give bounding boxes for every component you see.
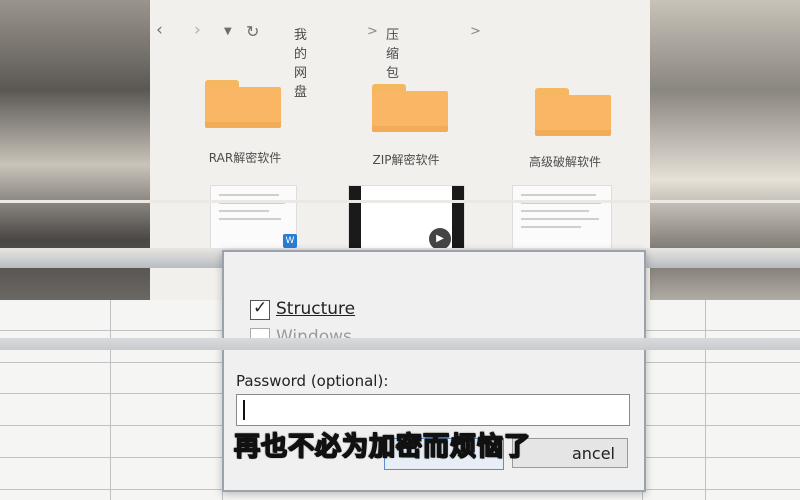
video-thumbnail[interactable]: ▶ [348, 185, 465, 250]
glitch-band [0, 338, 800, 350]
folder-label-rar[interactable]: RAR解密软件 [185, 149, 305, 166]
glitch-band [0, 200, 800, 203]
structure-checkbox[interactable]: ✓ [250, 298, 270, 320]
structure-label: Structure [276, 299, 356, 319]
play-icon: ▶ [429, 228, 451, 250]
chevron-down-icon[interactable]: ▼ [224, 26, 232, 37]
word-icon: W [283, 234, 297, 248]
checkmark-icon: ✓ [253, 298, 268, 318]
back-icon[interactable]: ‹ [156, 20, 163, 40]
document-thumbnail[interactable]: W [210, 185, 297, 249]
document-thumbnail[interactable] [512, 185, 612, 250]
breadcrumb-item-my-drive[interactable]: 我的网盘 [294, 24, 307, 100]
folder-icon[interactable] [535, 88, 611, 136]
password-input[interactable] [236, 394, 630, 426]
password-label: Password (optional): [236, 372, 389, 390]
chevron-right-icon: > [470, 24, 481, 39]
folder-icon[interactable] [205, 80, 281, 128]
folder-label-zip[interactable]: ZIP解密软件 [346, 151, 466, 168]
forward-icon[interactable]: › [194, 20, 201, 40]
text-cursor [243, 400, 245, 420]
chevron-right-icon: > [367, 24, 378, 39]
video-subtitle: 再也不必为加密而烦恼了 [233, 431, 532, 463]
folder-label-advanced[interactable]: 高级破解软件 [505, 153, 625, 170]
folder-icon[interactable] [372, 84, 448, 132]
refresh-icon[interactable]: ↻ [246, 22, 259, 41]
